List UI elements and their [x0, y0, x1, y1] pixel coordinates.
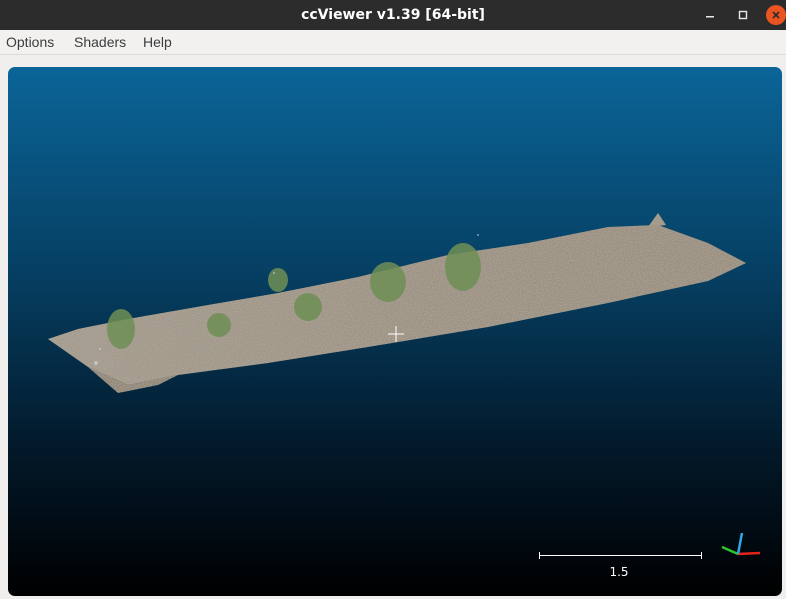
menu-bar: Options Shaders Help: [0, 30, 786, 55]
terrain-strip: [48, 213, 746, 393]
menu-shaders[interactable]: Shaders: [74, 30, 126, 54]
crosshair-icon: [388, 326, 404, 342]
menu-options[interactable]: Options: [6, 30, 54, 54]
title-bar: ccViewer v1.39 [64-bit]: [0, 0, 786, 30]
scale-bar-tick-right: [701, 552, 702, 559]
scale-bar-line: [539, 555, 702, 556]
window-title: ccViewer v1.39 [64-bit]: [301, 7, 485, 23]
scale-bar: [539, 552, 702, 560]
x-axis-line: [737, 551, 761, 556]
minimize-button[interactable]: [698, 3, 722, 27]
menu-help[interactable]: Help: [143, 30, 172, 54]
close-icon: [772, 11, 780, 19]
3d-viewport[interactable]: 1.5: [8, 67, 782, 596]
y-axis-line: [721, 545, 739, 556]
maximize-icon: [738, 10, 748, 20]
z-axis-line: [736, 532, 744, 555]
scale-bar-tick-left: [539, 552, 540, 559]
axis-trihedron-icon: [721, 532, 761, 556]
close-button-circle: [766, 5, 786, 25]
maximize-button[interactable]: [731, 3, 755, 27]
minimize-icon: [706, 16, 714, 18]
close-button[interactable]: [764, 3, 786, 27]
scale-bar-label: 1.5: [609, 565, 629, 579]
